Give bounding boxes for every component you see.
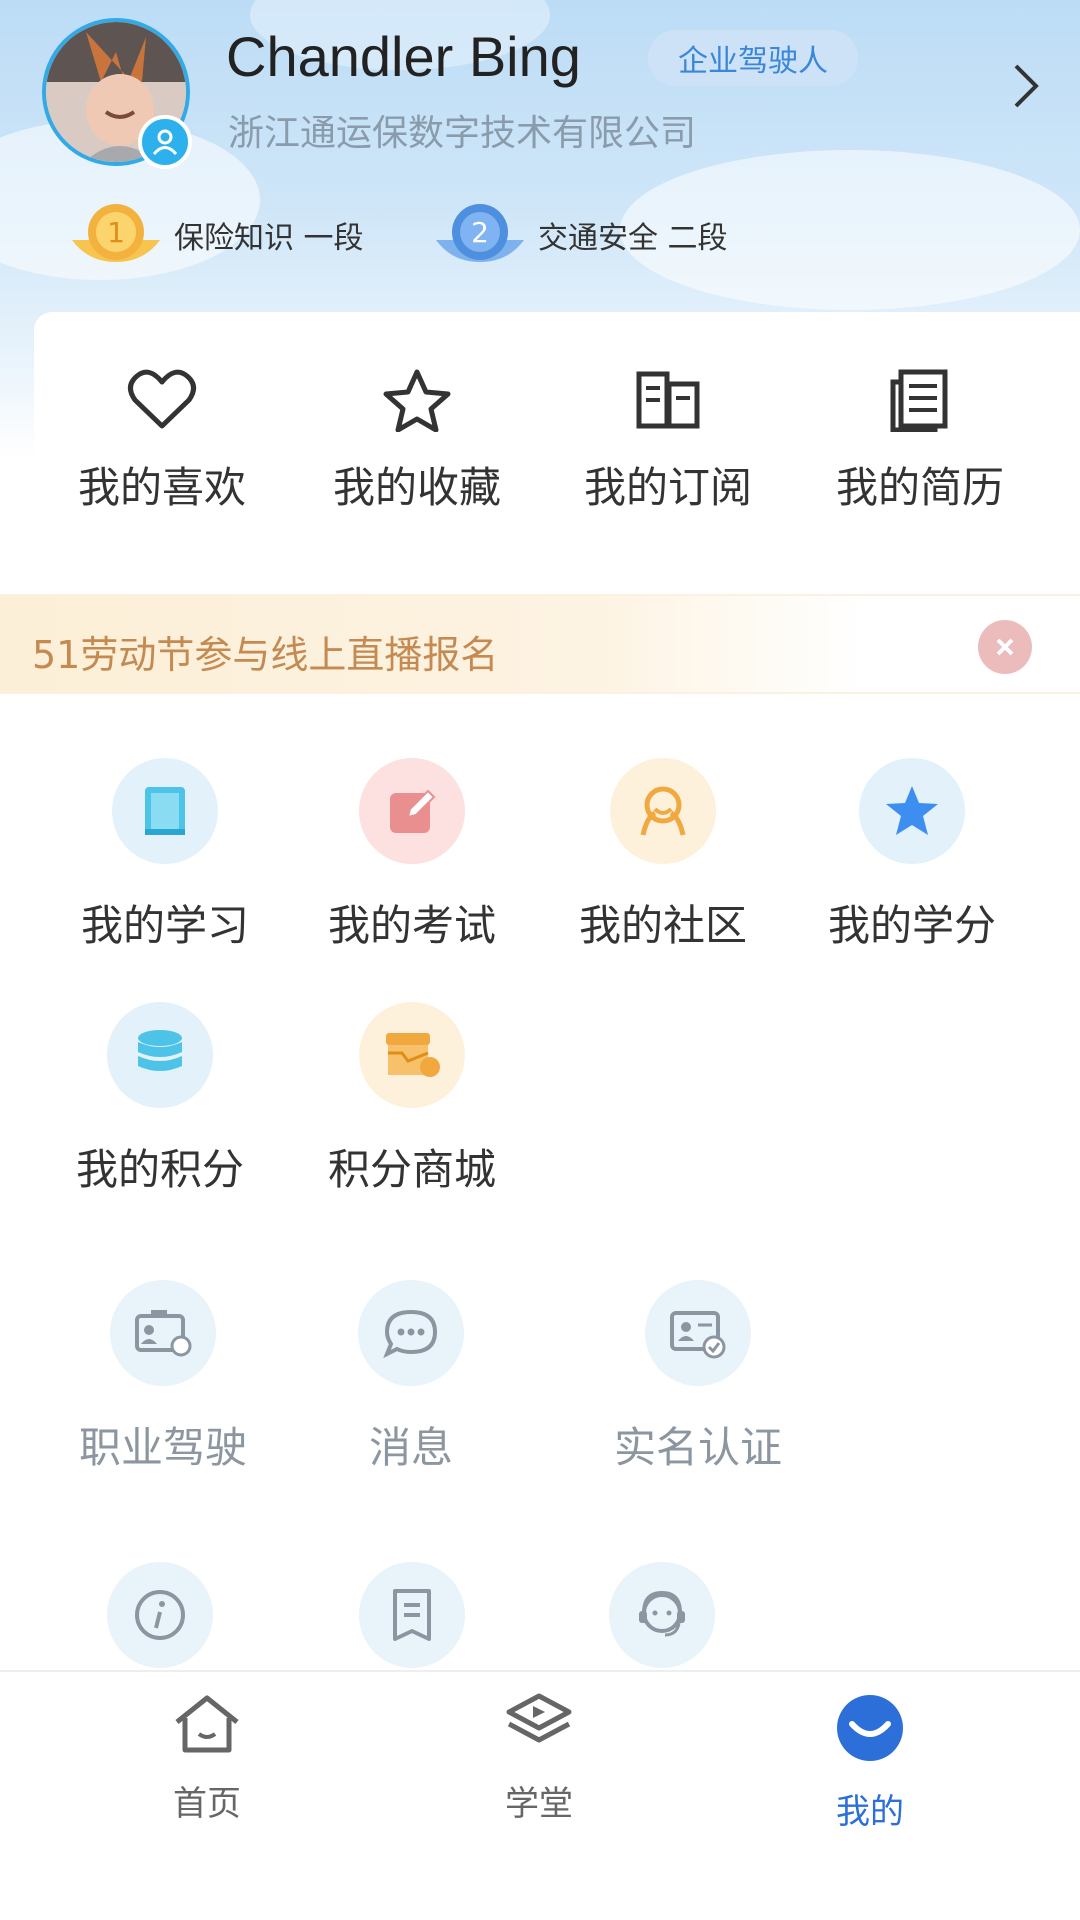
community-icon [640,786,686,836]
grid-item-credits[interactable]: 我的学分 [797,758,1027,953]
grid-item-info[interactable] [45,1562,275,1668]
quick-item-favorites[interactable]: 我的收藏 [302,368,532,515]
tab-label: 学堂 [505,1784,573,1824]
grid-item-points-mall[interactable]: 积分商城 [297,1002,527,1197]
message-icon [383,1309,438,1358]
grid-item-points[interactable]: 我的积分 [45,1002,275,1197]
exam-edit-icon [390,789,436,833]
info-icon [135,1590,185,1640]
promo-banner[interactable]: 51劳动节参与线上直播报名 [0,594,1080,694]
company-name: 浙江通运保数字技术有限公司 [228,113,697,154]
quick-item-subscriptions[interactable]: 我的订阅 [553,368,783,515]
grid-label: 积分商城 [327,1145,496,1194]
blue-medal-icon: 2 [436,204,524,262]
points-database-icon [138,1030,182,1071]
grid-item-community[interactable]: 我的社区 [548,758,778,953]
resume-icon [890,369,948,432]
tab-profile[interactable]: 我的 [770,1692,970,1833]
quick-label: 我的简历 [835,463,1004,512]
rank-label: 交通安全 二段 [538,221,728,256]
quick-label: 我的收藏 [332,463,501,512]
mall-box-icon [386,1033,440,1077]
quick-item-resume[interactable]: 我的简历 [805,368,1035,515]
grid-label: 消息 [368,1423,453,1472]
grid-item-document[interactable] [297,1562,527,1668]
svg-text:1: 1 [107,216,125,249]
rank-insurance-knowledge[interactable]: 1 保险知识 一段 [68,200,364,270]
grid-item-messages[interactable]: 消息 [296,1280,526,1475]
quick-label: 我的订阅 [583,463,752,512]
profile-smile-icon [837,1695,903,1761]
user-name: Chandler Bing [226,25,581,88]
user-verified-icon [138,115,192,169]
grid-label: 职业驾驶 [78,1423,247,1472]
chevron-right-icon[interactable] [1010,62,1042,114]
grid-item-customer-service[interactable] [547,1562,777,1668]
tab-label: 首页 [173,1784,241,1824]
grid-item-exam[interactable]: 我的考试 [297,758,527,953]
grid-label: 我的考试 [327,901,496,950]
grid-item-real-name-verify[interactable]: 实名认证 [583,1280,813,1475]
grid-label: 我的学分 [827,901,996,950]
tab-classroom[interactable]: 学堂 [439,1692,639,1825]
book-icon [145,787,185,835]
banner-text: 51劳动节参与线上直播报名 [32,633,499,677]
grid-label: 实名认证 [613,1423,782,1472]
tab-label: 我的 [836,1792,904,1832]
classroom-icon [506,1693,572,1743]
document-icon [393,1589,431,1641]
role-badge: 企业驾驶人 [648,30,858,86]
subscribe-icon [636,371,700,429]
grid-label: 我的积分 [75,1145,244,1194]
grid-label: 我的社区 [578,901,747,950]
svg-text:2: 2 [471,216,489,249]
tab-home[interactable]: 首页 [107,1692,307,1825]
rank-traffic-safety[interactable]: 2 交通安全 二段 [432,200,728,270]
home-icon [175,1695,239,1753]
grid-item-study[interactable]: 我的学习 [50,758,280,953]
id-verify-icon [670,1311,726,1359]
quick-label: 我的喜欢 [77,463,246,512]
heart-icon [128,369,196,429]
grid-item-professional-driving[interactable]: 职业驾驶 [48,1280,278,1475]
rank-label: 保险知识 一段 [174,221,364,256]
quick-item-likes[interactable]: 我的喜欢 [47,368,277,515]
driver-license-icon [135,1310,192,1357]
close-icon[interactable] [978,620,1032,674]
star-icon [383,369,451,432]
customer-service-icon [639,1590,685,1637]
credit-star-icon [886,786,938,835]
grid-label: 我的学习 [80,901,249,950]
gold-medal-icon: 1 [72,204,160,262]
